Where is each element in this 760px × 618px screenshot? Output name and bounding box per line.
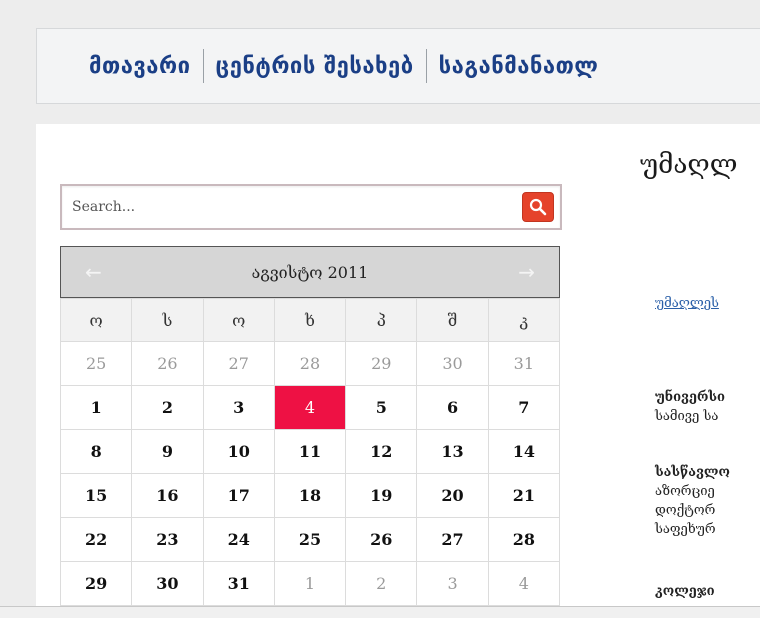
calendar-day[interactable]: 28	[487, 517, 561, 562]
calendar-day[interactable]: 26	[345, 517, 418, 562]
calendar-day[interactable]: 15	[59, 473, 133, 518]
nav-item-about[interactable]: ცენტრის შესახებ	[204, 54, 426, 79]
weekday-label: ო	[59, 298, 133, 342]
calendar-day[interactable]: 31	[487, 341, 561, 386]
calendar-day[interactable]: 25	[59, 341, 133, 386]
calendar-day[interactable]: 1	[59, 385, 133, 430]
calendar-day[interactable]: 5	[345, 385, 418, 430]
search-input[interactable]	[62, 185, 522, 229]
weekday-row: ო ს ო ხ პ შ კ	[59, 298, 561, 342]
calendar-week-row: 8 9 10 11 12 13 14	[59, 429, 561, 474]
search-box	[60, 184, 562, 230]
calendar-day[interactable]: 6	[416, 385, 489, 430]
calendar-day[interactable]: 4	[487, 561, 561, 606]
main-navigation: მთავარი ცენტრის შესახებ საგანმანათლ	[36, 28, 760, 104]
calendar-day[interactable]: 18	[273, 473, 347, 518]
paragraph-line: სამივე სა	[655, 409, 719, 424]
calendar-day[interactable]: 10	[202, 429, 275, 474]
calendar-day-today[interactable]: 4	[273, 385, 347, 430]
calendar-widget: ← აგვისტო 2011 → ო ს ო ხ პ შ კ 25 26 27 28 2…	[59, 246, 561, 606]
calendar-day[interactable]: 30	[416, 341, 489, 386]
calendar-day[interactable]: 24	[202, 517, 275, 562]
calendar-day[interactable]: 3	[202, 385, 275, 430]
calendar-week-row: 25 26 27 28 29 30 31	[59, 341, 561, 386]
calendar-day[interactable]: 3	[416, 561, 489, 606]
paragraph-line: საფეხურ	[655, 522, 716, 537]
calendar-day[interactable]: 13	[416, 429, 489, 474]
search-button[interactable]	[522, 192, 554, 222]
calendar-day[interactable]: 25	[273, 517, 347, 562]
weekday-label: შ	[416, 298, 489, 342]
calendar-day[interactable]: 20	[416, 473, 489, 518]
calendar-day[interactable]: 31	[202, 561, 275, 606]
calendar-day[interactable]: 16	[131, 473, 204, 518]
paragraph-line: დოქტორ	[655, 503, 716, 518]
calendar-day[interactable]: 29	[345, 341, 418, 386]
nav-item-home[interactable]: მთავარი	[89, 54, 203, 79]
paragraph-line: აზორციე	[655, 484, 715, 499]
calendar-day[interactable]: 26	[131, 341, 204, 386]
calendar-days: 25 26 27 28 29 30 31 1 2 3 4 5 6 7 8 9 10 11 12 13 14 15 16 17 1…	[59, 341, 561, 606]
calendar-day[interactable]: 29	[59, 561, 133, 606]
calendar-day[interactable]: 30	[131, 561, 204, 606]
calendar-week-row: 29 30 31 1 2 3 4	[59, 561, 561, 606]
calendar-day[interactable]: 9	[131, 429, 204, 474]
paragraph-title: უნივერსი	[655, 390, 726, 405]
calendar-day[interactable]: 17	[202, 473, 275, 518]
nav-item-education[interactable]: საგანმანათლ	[427, 54, 611, 79]
paragraph-title: სასწავლო	[655, 465, 730, 480]
calendar-day[interactable]: 27	[416, 517, 489, 562]
calendar-day[interactable]: 23	[131, 517, 204, 562]
search-icon	[529, 198, 547, 216]
calendar-day[interactable]: 14	[487, 429, 561, 474]
page-title: უმაღლ	[640, 150, 738, 180]
calendar-day[interactable]: 2	[131, 385, 204, 430]
weekday-label: პ	[345, 298, 418, 342]
calendar-day[interactable]: 1	[273, 561, 347, 606]
calendar-day[interactable]: 2	[345, 561, 418, 606]
calendar-day[interactable]: 22	[59, 517, 133, 562]
calendar-day[interactable]: 21	[487, 473, 561, 518]
calendar-next-button[interactable]: →	[518, 260, 535, 284]
calendar-day[interactable]: 7	[487, 385, 561, 430]
calendar-week-row: 22 23 24 25 26 27 28	[59, 517, 561, 562]
weekday-label: ხ	[273, 298, 347, 342]
calendar-week-row: 15 16 17 18 19 20 21	[59, 473, 561, 518]
calendar-day[interactable]: 27	[202, 341, 275, 386]
calendar-header: ← აგვისტო 2011 →	[60, 246, 560, 298]
calendar-week-row: 1234567	[59, 385, 561, 430]
calendar-day[interactable]: 19	[345, 473, 418, 518]
calendar-month-title: აგვისტო 2011	[251, 262, 369, 282]
calendar-day[interactable]: 11	[273, 429, 347, 474]
horizontal-scrollbar[interactable]	[0, 606, 760, 618]
content-link[interactable]: უმაღლეს	[655, 296, 719, 311]
calendar-day[interactable]: 28	[273, 341, 347, 386]
weekday-label: ო	[202, 298, 275, 342]
weekday-label: ს	[131, 298, 204, 342]
calendar-day[interactable]: 12	[345, 429, 418, 474]
calendar-grid: ო ს ო ხ პ შ კ 25 26 27 28 29 30 31 1 2 3 4 5 6 7 8 9 10 1…	[59, 298, 561, 606]
calendar-day[interactable]: 8	[59, 429, 133, 474]
paragraph-title: კოლეჯი	[655, 584, 715, 599]
calendar-prev-button[interactable]: ←	[85, 260, 102, 284]
weekday-label: კ	[487, 298, 561, 342]
